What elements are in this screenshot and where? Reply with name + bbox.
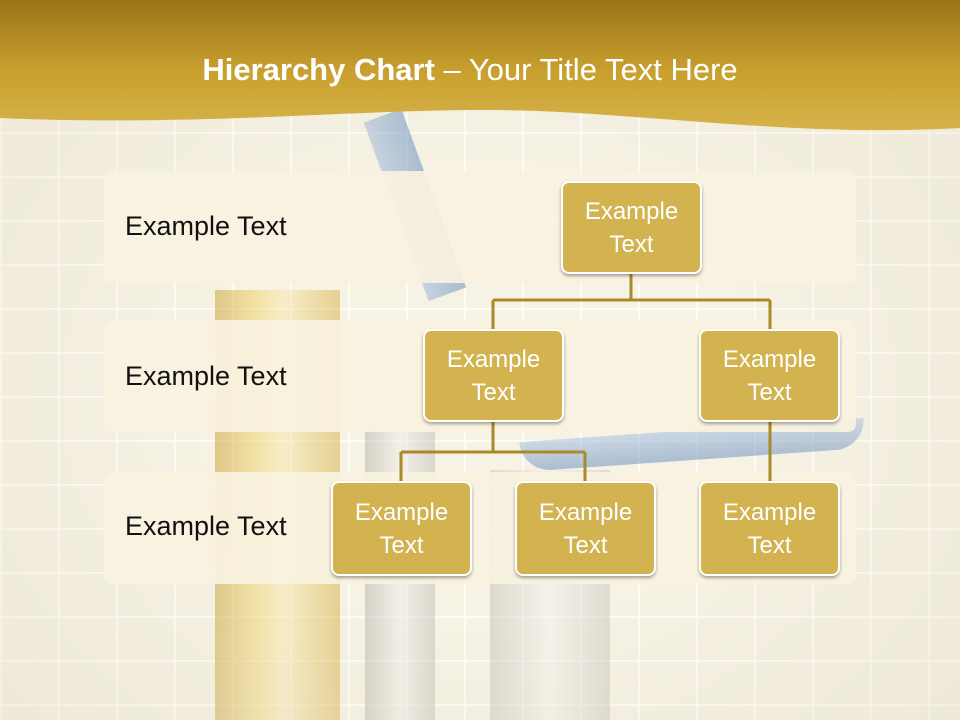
node-level2-left-label: Example Text (446, 345, 541, 406)
node-level3-2-label: Example Text (538, 498, 633, 559)
node-level3-1[interactable]: Example Text (331, 481, 472, 576)
node-level3-3[interactable]: Example Text (699, 481, 840, 576)
slide: Hierarchy Chart – Your Title Text Here E… (0, 0, 960, 720)
node-level3-1-label: Example Text (354, 498, 449, 559)
node-level2-right[interactable]: Example Text (699, 329, 840, 422)
node-root[interactable]: Example Text (561, 181, 702, 274)
node-level2-left[interactable]: Example Text (423, 329, 564, 422)
node-root-label: Example Text (584, 197, 679, 258)
node-level2-right-label: Example Text (722, 345, 817, 406)
node-level3-3-label: Example Text (722, 498, 817, 559)
node-level3-2[interactable]: Example Text (515, 481, 656, 576)
